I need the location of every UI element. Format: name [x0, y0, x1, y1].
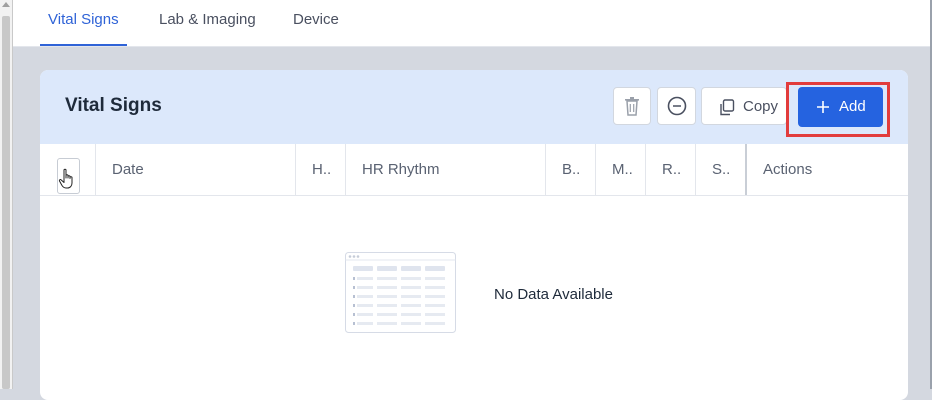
plus-icon: [817, 101, 829, 113]
column-header-hr-rhythm[interactable]: HR Rhythm: [362, 144, 440, 195]
column-divider: [345, 144, 346, 195]
column-header-hr[interactable]: H..: [312, 144, 331, 195]
empty-state-text: No Data Available: [494, 286, 613, 303]
window-scrollbar[interactable]: [0, 0, 13, 389]
column-divider: [295, 144, 296, 195]
column-header-bp[interactable]: B..: [562, 144, 580, 195]
copy-label: Copy: [743, 98, 779, 115]
column-header-r[interactable]: R..: [662, 144, 681, 195]
copy-icon: [720, 99, 735, 116]
tab-lab-imaging[interactable]: Lab & Imaging: [159, 0, 256, 46]
column-divider: [95, 144, 96, 195]
minus-circle-icon: [667, 96, 686, 116]
scroll-up-arrow-icon[interactable]: [2, 2, 10, 7]
delete-button[interactable]: [613, 87, 651, 125]
tab-device[interactable]: Device: [293, 0, 339, 46]
column-header-s[interactable]: S..: [712, 144, 730, 195]
trash-icon: [625, 97, 639, 116]
column-header-date[interactable]: Date: [112, 144, 144, 195]
tab-bar: Vital Signs Lab & Imaging Device: [13, 0, 930, 47]
card-title: Vital Signs: [65, 95, 162, 116]
column-divider: [645, 144, 646, 195]
scrollbar-thumb[interactable]: [2, 16, 10, 389]
copy-button[interactable]: Copy: [701, 87, 787, 125]
column-divider: [595, 144, 596, 195]
empty-table-icon: [345, 252, 456, 333]
card-header: Vital Signs Copy Add: [40, 70, 908, 144]
column-divider: [695, 144, 696, 195]
vital-signs-card: Vital Signs Copy Add Date H.. HR Rhythm …: [40, 70, 908, 400]
add-label: Add: [839, 98, 866, 115]
column-header-actions: Actions: [763, 161, 813, 178]
tab-vital-signs[interactable]: Vital Signs: [40, 0, 127, 46]
hand-pointer-cursor-icon: [58, 168, 73, 189]
table-header: Date H.. HR Rhythm B.. M.. R.. S.. Actio…: [40, 144, 908, 196]
column-header-m[interactable]: M..: [612, 144, 633, 195]
column-divider-actions: [745, 144, 747, 195]
column-divider: [545, 144, 546, 195]
add-button[interactable]: Add: [798, 87, 883, 127]
remove-button[interactable]: [657, 87, 696, 125]
